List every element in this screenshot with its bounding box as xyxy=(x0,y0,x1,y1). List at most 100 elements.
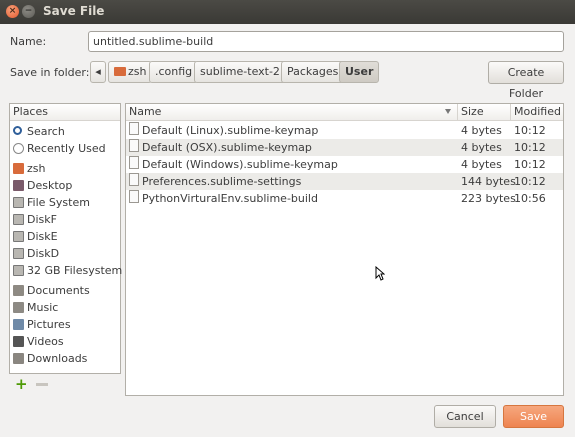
column-header-size[interactable]: Size xyxy=(458,104,511,121)
places-panel: Places Search Recently Used zsh Desktop … xyxy=(9,103,123,374)
place-videos[interactable]: Videos xyxy=(10,333,120,350)
file-name: Default (Linux).sublime-keymap xyxy=(142,124,319,137)
file-size: 223 bytes xyxy=(461,192,516,205)
document-icon xyxy=(129,173,139,186)
drive-icon xyxy=(13,248,24,259)
path-back-button[interactable]: ◂ xyxy=(90,61,106,83)
close-window-button[interactable]: × xyxy=(6,5,19,18)
place-label: DiskF xyxy=(27,213,57,226)
videos-icon xyxy=(13,336,24,347)
mouse-pointer-icon xyxy=(375,266,385,281)
column-header-label: Name xyxy=(129,105,162,118)
place-32gb-filesystem[interactable]: 32 GB Filesystem xyxy=(10,262,123,279)
file-size: 144 bytes xyxy=(461,175,516,188)
place-label: zsh xyxy=(27,162,46,175)
place-diskf[interactable]: DiskF xyxy=(10,211,120,228)
place-search[interactable]: Search xyxy=(10,123,120,140)
window-title: Save File xyxy=(43,4,105,18)
path-crumb-user[interactable]: User xyxy=(339,61,380,83)
drive-icon xyxy=(13,197,24,208)
path-crumb-zsh[interactable]: zsh xyxy=(108,61,153,83)
place-label: Desktop xyxy=(27,179,73,192)
title-bar: × − Save File xyxy=(0,0,575,24)
document-icon xyxy=(129,139,139,152)
file-row[interactable]: Default (Linux).sublime-keymap 4 bytes 1… xyxy=(126,122,563,139)
place-diske[interactable]: DiskE xyxy=(10,228,120,245)
drive-icon xyxy=(13,265,24,276)
chevron-left-icon: ◂ xyxy=(95,65,101,78)
path-crumb-label: User xyxy=(345,65,374,78)
file-size: 4 bytes xyxy=(461,158,502,171)
home-folder-icon xyxy=(13,163,24,174)
place-label: DiskD xyxy=(27,247,60,260)
path-crumb-config[interactable]: .config xyxy=(149,61,199,83)
file-size: 4 bytes xyxy=(461,141,502,154)
place-label: DiskE xyxy=(27,230,58,243)
place-label: Downloads xyxy=(27,352,88,365)
place-pictures[interactable]: Pictures xyxy=(10,316,120,333)
file-modified: 10:12 xyxy=(514,141,546,154)
file-size: 4 bytes xyxy=(461,124,502,137)
recent-icon xyxy=(13,143,24,154)
drive-icon xyxy=(13,231,24,242)
add-bookmark-button[interactable]: + xyxy=(15,375,28,393)
place-downloads[interactable]: Downloads xyxy=(10,350,120,367)
path-crumb-label: sublime-text-2 xyxy=(200,65,280,78)
document-icon xyxy=(129,122,139,135)
place-file-system[interactable]: File System xyxy=(10,194,120,211)
column-header-label: Size xyxy=(461,105,484,118)
file-row[interactable]: PythonVirturalEnv.sublime-build 223 byte… xyxy=(126,190,563,207)
place-desktop[interactable]: Desktop xyxy=(10,177,120,194)
downloads-icon xyxy=(13,353,24,364)
documents-icon xyxy=(13,285,24,296)
drive-icon xyxy=(13,214,24,225)
places-header: Places xyxy=(10,104,120,121)
place-diskd[interactable]: DiskD xyxy=(10,245,120,262)
file-modified: 10:12 xyxy=(514,175,546,188)
music-icon xyxy=(13,302,24,313)
place-music[interactable]: Music xyxy=(10,299,120,316)
place-recently-used[interactable]: Recently Used xyxy=(10,140,120,157)
file-name: Preferences.sublime-settings xyxy=(142,175,302,188)
file-row[interactable]: Default (OSX).sublime-keymap 4 bytes 10:… xyxy=(126,139,563,156)
file-modified: 10:12 xyxy=(514,124,546,137)
document-icon xyxy=(129,156,139,169)
file-row[interactable]: Preferences.sublime-settings 144 bytes 1… xyxy=(126,173,563,190)
filename-input[interactable] xyxy=(88,31,564,52)
path-crumb-label: zsh xyxy=(128,65,147,78)
home-folder-icon xyxy=(114,67,126,76)
minimize-window-button[interactable]: − xyxy=(22,5,35,18)
path-crumb-packages[interactable]: Packages xyxy=(281,61,345,83)
place-zsh[interactable]: zsh xyxy=(10,160,120,177)
cancel-button[interactable]: Cancel xyxy=(434,405,496,428)
column-header-name[interactable]: Name xyxy=(126,104,458,121)
place-label: File System xyxy=(27,196,90,209)
pictures-icon xyxy=(13,319,24,330)
desktop-icon xyxy=(13,180,24,191)
place-label: Videos xyxy=(27,335,64,348)
column-header-modified[interactable]: Modified xyxy=(511,104,563,121)
place-label: Music xyxy=(27,301,59,314)
plus-icon: + xyxy=(15,375,28,393)
path-crumb-sublime-text-2[interactable]: sublime-text-2 xyxy=(194,61,286,83)
name-label: Name: xyxy=(10,35,47,48)
file-list[interactable]: Name Size Modified Default (Linux).subli… xyxy=(125,103,564,396)
path-crumb-label: Packages xyxy=(287,65,339,78)
file-row[interactable]: Default (Windows).sublime-keymap 4 bytes… xyxy=(126,156,563,173)
file-modified: 10:56 xyxy=(514,192,546,205)
place-label: Search xyxy=(27,125,65,138)
place-label: 32 GB Filesystem xyxy=(27,264,123,277)
place-label: Documents xyxy=(27,284,90,297)
column-header-label: Modified xyxy=(514,105,561,118)
place-documents[interactable]: Documents xyxy=(10,282,120,299)
document-icon xyxy=(129,190,139,203)
create-folder-button[interactable]: Create Folder xyxy=(488,61,564,100)
save-in-folder-label: Save in folder: xyxy=(10,66,90,79)
file-name: Default (OSX).sublime-keymap xyxy=(142,141,312,154)
save-button[interactable]: Save xyxy=(503,405,564,428)
file-name: PythonVirturalEnv.sublime-build xyxy=(142,192,318,205)
search-icon xyxy=(13,126,22,135)
place-label: Recently Used xyxy=(27,142,106,155)
path-crumb-label: .config xyxy=(155,65,193,78)
remove-bookmark-button[interactable] xyxy=(36,383,48,386)
